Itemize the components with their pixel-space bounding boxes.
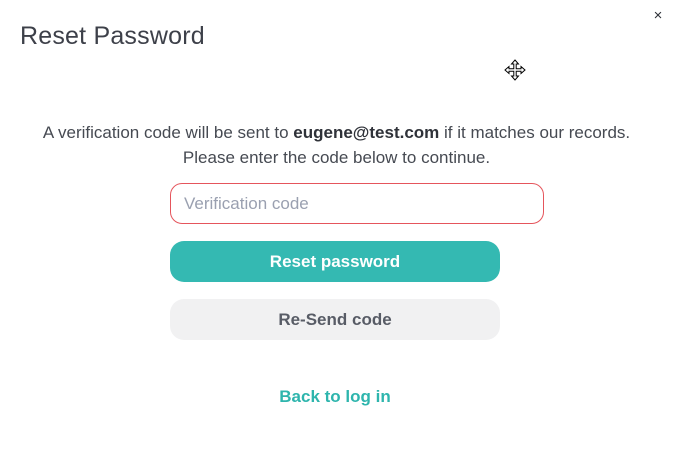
close-icon[interactable]: × — [648, 5, 668, 25]
message-text-before: A verification code will be sent to — [42, 123, 294, 142]
dialog-title: Reset Password — [20, 22, 205, 50]
resend-code-button[interactable]: Re-Send code — [170, 299, 500, 340]
email-address: eugene@test.com — [293, 123, 440, 142]
verification-message: A verification code will be sent to euge… — [20, 120, 653, 170]
reset-password-dialog: Reset Password × A verification code wil… — [0, 0, 673, 469]
back-to-login-link[interactable]: Back to log in — [170, 385, 500, 409]
verification-code-input[interactable] — [170, 183, 544, 224]
reset-password-button[interactable]: Reset password — [170, 241, 500, 282]
move-cursor-icon — [504, 59, 526, 81]
